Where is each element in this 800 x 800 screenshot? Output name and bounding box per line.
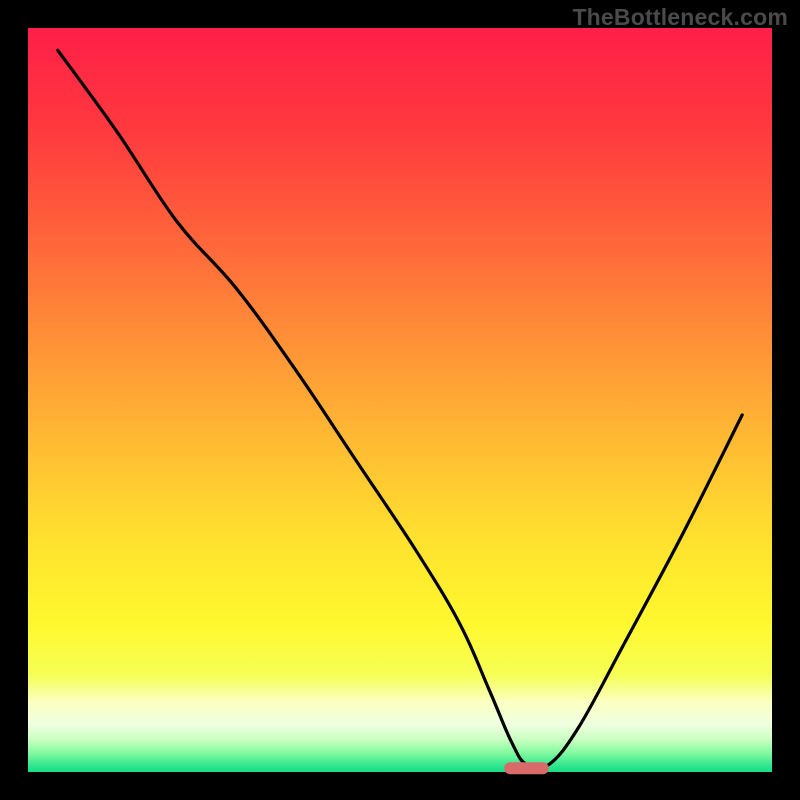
optimal-marker: [504, 762, 549, 774]
plot-background: [28, 28, 772, 772]
chart-frame: TheBottleneck.com: [0, 0, 800, 800]
bottleneck-chart: [0, 0, 800, 800]
watermark-text: TheBottleneck.com: [572, 4, 788, 31]
